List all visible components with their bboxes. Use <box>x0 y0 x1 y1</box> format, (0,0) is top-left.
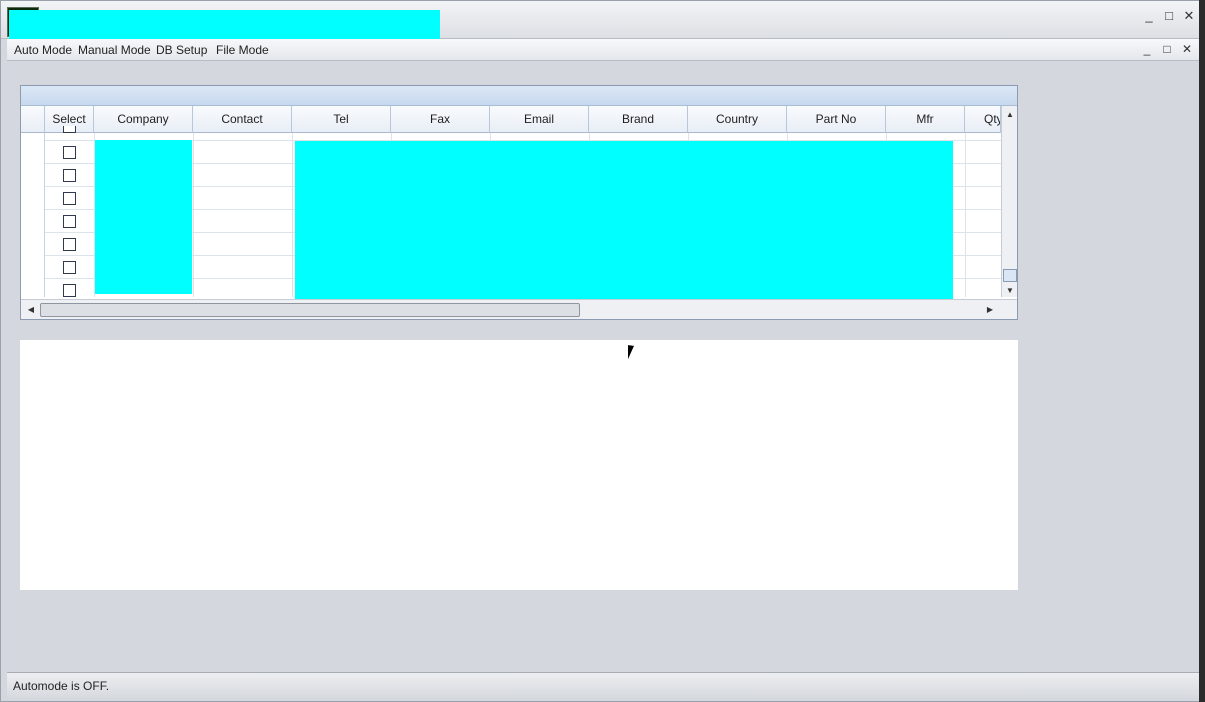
column-header-mfr[interactable]: Mfr <box>886 106 965 133</box>
log-text-area[interactable] <box>20 340 1018 590</box>
title-bar: _ □ ✕ <box>1 1 1204 41</box>
close-button[interactable]: ✕ <box>1181 8 1197 24</box>
column-header-country[interactable]: Country <box>688 106 787 133</box>
company-cells-redacted <box>95 140 192 294</box>
column-header-part-no[interactable]: Part No <box>787 106 886 133</box>
column-divider <box>292 133 293 297</box>
select-checkbox[interactable] <box>63 192 76 205</box>
horizontal-scrollbar[interactable]: ◀ ▶ <box>21 299 1017 319</box>
grid-group-panel <box>21 86 1017 106</box>
select-checkbox[interactable] <box>63 215 76 228</box>
select-checkbox[interactable] <box>63 126 76 133</box>
vertical-scroll-thumb[interactable] <box>1003 269 1017 282</box>
menu-file-mode[interactable]: File Mode <box>215 39 270 61</box>
down-arrow-icon[interactable]: ▼ <box>1003 286 1017 296</box>
maximize-button[interactable]: □ <box>1161 8 1177 24</box>
select-checkbox[interactable] <box>63 146 76 159</box>
horizontal-scroll-thumb[interactable] <box>40 303 580 317</box>
right-arrow-icon[interactable]: ▶ <box>983 305 997 315</box>
row-header-column <box>21 133 45 297</box>
select-checkbox[interactable] <box>63 284 76 297</box>
column-header-email[interactable]: Email <box>490 106 589 133</box>
column-divider <box>193 133 194 297</box>
menu-manual-mode[interactable]: Manual Mode <box>77 39 152 61</box>
menu-db-setup[interactable]: DB Setup <box>155 39 208 61</box>
status-text: Automode is OFF. <box>13 679 110 693</box>
column-header-brand[interactable]: Brand <box>589 106 688 133</box>
select-checkbox[interactable] <box>63 238 76 251</box>
mouse-cursor-icon <box>628 342 634 360</box>
mdi-maximize-button[interactable]: □ <box>1159 41 1175 57</box>
menu-auto-mode[interactable]: Auto Mode <box>13 39 73 61</box>
column-header-tel[interactable]: Tel <box>292 106 391 133</box>
results-grid[interactable]: Select Company Contact Tel Fax Email Bra… <box>20 85 1018 320</box>
window-title-redacted <box>9 10 440 41</box>
vertical-scrollbar[interactable]: ▲ ▼ <box>1001 106 1017 297</box>
menu-bar: Auto Mode Manual Mode DB Setup File Mode <box>7 39 1200 61</box>
column-header-fax[interactable]: Fax <box>391 106 490 133</box>
select-checkbox[interactable] <box>63 261 76 274</box>
mdi-close-button[interactable]: ✕ <box>1179 41 1195 57</box>
column-header-contact[interactable]: Contact <box>193 106 292 133</box>
window-edge <box>1199 0 1205 702</box>
up-arrow-icon[interactable]: ▲ <box>1003 110 1017 120</box>
select-checkbox[interactable] <box>63 169 76 182</box>
column-header-company[interactable]: Company <box>94 106 193 133</box>
row-header-corner <box>21 106 45 133</box>
mdi-minimize-button[interactable]: _ <box>1139 41 1155 57</box>
data-cells-redacted <box>295 141 953 299</box>
column-divider <box>965 133 966 297</box>
minimize-button[interactable]: _ <box>1141 8 1157 24</box>
main-window: _ □ ✕ Auto Mode Manual Mode DB Setup Fil… <box>0 0 1205 702</box>
status-bar: Automode is OFF. <box>7 672 1200 698</box>
column-header-qty[interactable]: Qty <box>965 106 1001 133</box>
left-arrow-icon[interactable]: ◀ <box>24 305 38 315</box>
